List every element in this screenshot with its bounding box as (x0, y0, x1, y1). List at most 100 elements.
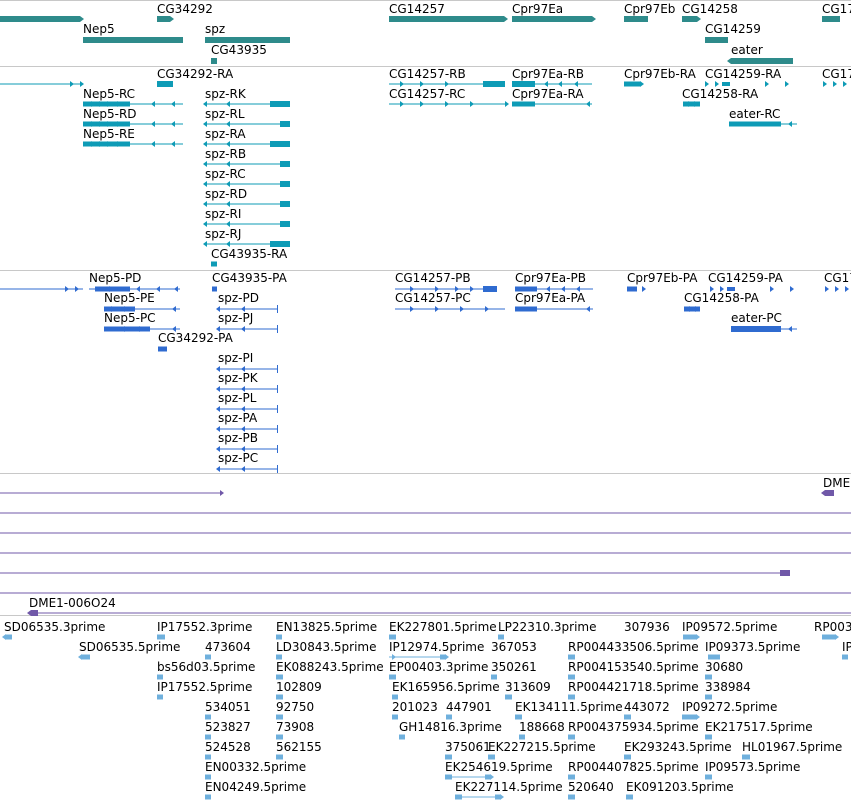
feature-label[interactable]: CG43935-RA (211, 247, 287, 261)
feature-block[interactable] (276, 634, 282, 640)
feature-label[interactable]: SD06535.5prime (79, 640, 180, 654)
strand-arrow[interactable] (825, 286, 829, 292)
feature-label[interactable]: Cpr97Ea-PA (515, 291, 585, 305)
feature-block[interactable] (205, 754, 211, 760)
feature-label[interactable]: CG34292-RA (157, 67, 233, 81)
strand-arrow[interactable] (171, 141, 175, 147)
feature-label[interactable]: EK254619.5prime (445, 760, 553, 774)
feature-label[interactable]: EK227801.5prime (389, 620, 497, 634)
feature-block[interactable] (568, 694, 575, 700)
feature-label[interactable]: 307936 (624, 620, 670, 634)
strand-arrow[interactable] (151, 121, 155, 127)
feature-block[interactable] (705, 37, 728, 43)
feature-label[interactable]: EK217517.5prime (705, 720, 813, 734)
strand-arrow[interactable] (75, 286, 79, 292)
feature-label[interactable]: Nep5-RE (83, 127, 135, 141)
feature-block[interactable] (731, 58, 793, 64)
feature-block[interactable] (729, 121, 781, 127)
feature-label[interactable]: EN00332.5prime (205, 760, 306, 774)
feature-label[interactable]: SD06535.3prime (4, 620, 105, 634)
feature-label[interactable]: DME (823, 476, 850, 490)
feature-block[interactable] (277, 465, 278, 473)
strand-arrow[interactable] (592, 16, 596, 22)
strand-arrow[interactable] (843, 81, 847, 87)
feature-label[interactable]: Nep5-RC (83, 87, 135, 101)
strand-arrow[interactable] (640, 81, 644, 87)
feature-block[interactable] (485, 774, 490, 780)
feature-block[interactable] (683, 634, 696, 640)
feature-label[interactable]: CG14257-PB (395, 271, 471, 285)
feature-label[interactable]: EK134111.5prime (515, 700, 623, 714)
feature-block[interactable] (682, 16, 697, 22)
feature-label[interactable]: spz-PC (218, 451, 258, 465)
feature-label[interactable]: Nep5-PC (104, 311, 156, 325)
feature-label[interactable]: 201023 (392, 700, 438, 714)
feature-label[interactable]: 338984 (705, 680, 751, 694)
feature-label[interactable]: spz-RK (205, 87, 246, 101)
feature-label[interactable]: CG14257-PC (395, 291, 471, 305)
strand-arrow[interactable] (203, 241, 207, 247)
feature-label[interactable]: 443072 (624, 700, 670, 714)
strand-arrow[interactable] (642, 286, 646, 292)
feature-block[interactable] (205, 714, 211, 720)
feature-label[interactable]: EP00403.3prime (389, 660, 488, 674)
strand-arrow[interactable] (586, 306, 590, 312)
strand-arrow[interactable] (790, 286, 794, 292)
feature-label[interactable]: CG14259-RA (705, 67, 781, 81)
strand-arrow[interactable] (420, 101, 424, 107)
strand-arrow[interactable] (445, 101, 449, 107)
feature-block[interactable] (276, 674, 283, 680)
feature-block[interactable] (498, 634, 504, 640)
strand-arrow[interactable] (770, 286, 774, 292)
feature-label[interactable]: CG14257-RC (389, 87, 465, 101)
feature-block[interactable] (708, 654, 720, 660)
feature-block[interactable] (277, 305, 278, 313)
feature-label[interactable]: 534051 (205, 700, 251, 714)
strand-arrow[interactable] (70, 81, 74, 87)
feature-label[interactable]: CG14258-RA (682, 87, 758, 101)
strand-arrow[interactable] (727, 58, 731, 64)
feature-block[interactable] (682, 714, 696, 720)
feature-label[interactable]: spz-RI (205, 207, 241, 221)
feature-label[interactable]: EK165956.5prime (392, 680, 500, 694)
feature-block[interactable] (505, 694, 512, 700)
strand-arrow[interactable] (765, 81, 769, 87)
feature-label[interactable]: spz-PA (218, 411, 257, 425)
feature-block[interactable] (6, 634, 12, 640)
feature-block[interactable] (445, 754, 452, 760)
feature-label[interactable]: GH14816.3prime (399, 720, 502, 734)
feature-block[interactable] (157, 16, 170, 22)
feature-label[interactable]: IP12974.5prime (389, 640, 484, 654)
strand-arrow[interactable] (788, 121, 792, 127)
feature-block[interactable] (270, 101, 290, 107)
feature-label[interactable]: 30680 (705, 660, 743, 674)
feature-label[interactable]: RP004375934.5prime (568, 720, 699, 734)
feature-label[interactable]: DME1-006O24 (29, 596, 116, 610)
feature-block[interactable] (277, 325, 278, 333)
feature-block[interactable] (157, 694, 163, 700)
feature-label[interactable]: 367053 (491, 640, 537, 654)
feature-block[interactable] (822, 16, 840, 22)
feature-label[interactable]: Cpr97Ea-RB (512, 67, 584, 81)
feature-block[interactable] (842, 654, 848, 660)
feature-label[interactable]: CG43935 (211, 43, 267, 57)
feature-block[interactable] (742, 754, 750, 760)
feature-label[interactable]: spz-RJ (205, 227, 241, 241)
strand-arrow[interactable] (485, 306, 489, 312)
feature-label[interactable]: EK293243.5prime (624, 740, 732, 754)
feature-label[interactable]: CG43935-PA (212, 271, 287, 285)
feature-label[interactable]: spz-RB (205, 147, 246, 161)
feature-block[interactable] (280, 221, 290, 227)
strand-arrow[interactable] (78, 654, 82, 660)
feature-block[interactable] (104, 326, 150, 332)
feature-block[interactable] (705, 774, 712, 780)
feature-label[interactable]: EK227215.5prime (488, 740, 596, 754)
feature-label[interactable]: 92750 (276, 700, 314, 714)
strand-arrow[interactable] (823, 81, 827, 87)
strand-arrow[interactable] (174, 286, 178, 292)
feature-label[interactable]: 188668 (519, 720, 565, 734)
strand-arrow[interactable] (156, 286, 160, 292)
feature-label[interactable]: 447901 (446, 700, 492, 714)
strand-arrow[interactable] (435, 306, 439, 312)
feature-block[interactable] (440, 654, 445, 660)
